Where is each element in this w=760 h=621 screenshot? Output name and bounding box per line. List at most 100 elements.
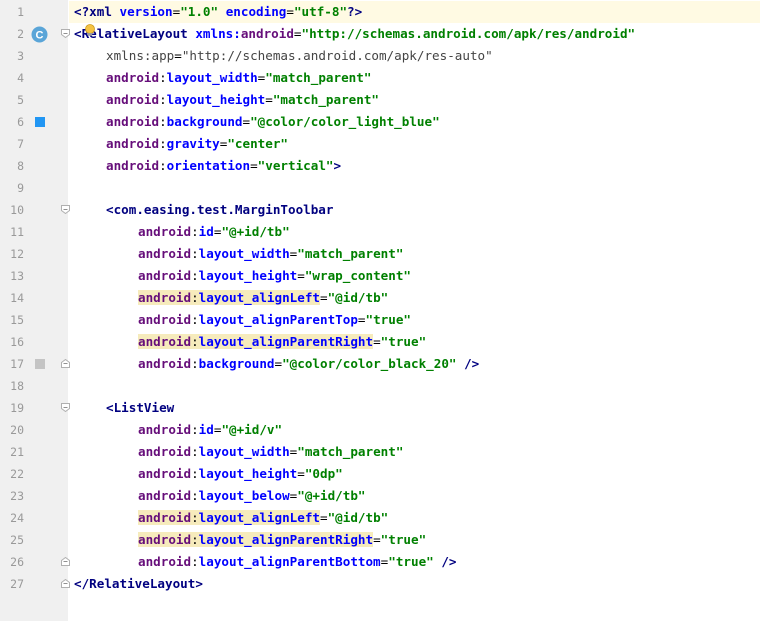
code-token: layout_alignParentRight xyxy=(198,334,374,349)
code-token: id xyxy=(198,422,214,437)
code-token: layout_height xyxy=(198,466,298,481)
color-swatch-icon[interactable] xyxy=(35,359,45,369)
color-swatch-icon[interactable] xyxy=(35,117,45,127)
code-line[interactable]: android:background="@color/color_black_2… xyxy=(138,353,479,375)
code-token: "wrap_content" xyxy=(304,268,411,283)
code-token: layout_alignParentRight xyxy=(198,532,374,547)
code-token: = xyxy=(320,510,328,525)
code-line[interactable]: <RelativeLayout xmlns:android="http://sc… xyxy=(74,23,635,45)
code-token: = xyxy=(250,158,258,173)
line-number[interactable]: 9 xyxy=(0,177,24,199)
code-line[interactable]: xmlns:app="http://schemas.android.com/ap… xyxy=(106,45,493,67)
line-number[interactable]: 21 xyxy=(0,441,24,463)
line-number[interactable]: 16 xyxy=(0,331,24,353)
line-number[interactable]: 23 xyxy=(0,485,24,507)
code-token: = xyxy=(297,466,305,481)
code-token: layout_alignParentTop xyxy=(198,312,358,327)
code-token: encoding xyxy=(225,4,287,19)
code-token: android xyxy=(138,290,192,305)
code-line[interactable]: android:id="@+id/tb" xyxy=(138,221,290,243)
code-line[interactable]: android:layout_alignLeft="@id/tb" xyxy=(138,287,388,309)
code-token: "true" xyxy=(380,334,427,349)
line-number[interactable]: 6 xyxy=(0,111,24,133)
code-line[interactable]: android:layout_alignParentRight="true" xyxy=(138,331,426,353)
fold-close-icon[interactable] xyxy=(61,579,70,588)
code-token: : xyxy=(191,246,199,261)
fold-open-icon[interactable] xyxy=(61,29,70,38)
line-number[interactable]: 11 xyxy=(0,221,24,243)
code-token: app xyxy=(151,48,175,63)
code-token: = xyxy=(357,312,366,327)
fold-open-icon[interactable] xyxy=(61,403,70,412)
code-token: : xyxy=(159,158,167,173)
code-token: android xyxy=(106,158,160,173)
code-token: layout_below xyxy=(198,488,290,503)
code-token: = xyxy=(286,4,294,19)
code-line[interactable]: android:gravity="center" xyxy=(106,133,288,155)
code-line[interactable]: android:layout_below="@+id/tb" xyxy=(138,485,366,507)
line-number[interactable]: 22 xyxy=(0,463,24,485)
fold-close-icon[interactable] xyxy=(61,359,70,368)
line-number[interactable]: 20 xyxy=(0,419,24,441)
code-line[interactable]: <com.easing.test.MarginToolbar xyxy=(106,199,333,221)
line-number[interactable]: 19 xyxy=(0,397,24,419)
line-number[interactable]: 8 xyxy=(0,155,24,177)
line-number[interactable]: 14 xyxy=(0,287,24,309)
code-token: android xyxy=(138,444,192,459)
code-token: gravity xyxy=(166,136,220,151)
line-number[interactable]: 7 xyxy=(0,133,24,155)
code-line[interactable]: android:layout_width="match_parent" xyxy=(106,67,371,89)
line-number[interactable]: 10 xyxy=(0,199,24,221)
line-number[interactable]: 2 xyxy=(0,23,24,45)
code-line[interactable]: android:layout_height="0dp" xyxy=(138,463,343,485)
code-line[interactable]: android:layout_width="match_parent" xyxy=(138,243,403,265)
line-number[interactable]: 18 xyxy=(0,375,24,397)
code-token: layout_height xyxy=(166,92,266,107)
class-icon[interactable]: C xyxy=(31,26,48,46)
code-token: android xyxy=(240,26,294,41)
code-token: </ xyxy=(74,576,90,591)
line-number[interactable]: 24 xyxy=(0,507,24,529)
fold-open-icon[interactable] xyxy=(61,205,70,214)
intention-bulb-icon[interactable] xyxy=(84,24,96,40)
code-line[interactable]: android:background="@color/color_light_b… xyxy=(106,111,440,133)
code-line[interactable]: android:layout_alignParentBottom="true" … xyxy=(138,551,457,573)
line-number[interactable]: 1 xyxy=(0,1,24,23)
line-number[interactable]: 25 xyxy=(0,529,24,551)
code-token: = xyxy=(320,290,328,305)
code-token: = xyxy=(265,92,273,107)
code-line[interactable]: android:layout_height="match_parent" xyxy=(106,89,379,111)
code-line[interactable]: android:layout_width="match_parent" xyxy=(138,441,403,463)
code-token: /> xyxy=(441,554,457,569)
line-number[interactable]: 15 xyxy=(0,309,24,331)
line-number[interactable]: 4 xyxy=(0,67,24,89)
line-number[interactable]: 3 xyxy=(0,45,24,67)
line-number[interactable]: 26 xyxy=(0,551,24,573)
code-token: : xyxy=(191,466,199,481)
code-line[interactable]: android:layout_height="wrap_content" xyxy=(138,265,411,287)
code-line[interactable]: android:layout_alignParentRight="true" xyxy=(138,529,426,551)
code-token: = xyxy=(373,334,381,349)
code-token: version xyxy=(119,4,173,19)
code-token: "utf-8" xyxy=(293,4,348,19)
code-line[interactable]: android:id="@+id/v" xyxy=(138,419,282,441)
code-editor[interactable]: 1 <?xml version="1.0" encoding="utf-8"?> 2… xyxy=(0,0,760,621)
code-token: xmlns: xyxy=(106,48,152,63)
code-token: android xyxy=(106,70,160,85)
code-token: : xyxy=(191,554,199,569)
code-token: "center" xyxy=(227,136,289,151)
code-line[interactable]: <?xml version="1.0" encoding="utf-8"?> xyxy=(74,1,362,23)
fold-close-icon[interactable] xyxy=(61,557,70,566)
line-number[interactable]: 13 xyxy=(0,265,24,287)
code-token: "@+id/tb" xyxy=(297,488,366,503)
code-line[interactable]: android:orientation="vertical"> xyxy=(106,155,341,177)
line-number[interactable]: 27 xyxy=(0,573,24,595)
code-line[interactable]: android:layout_alignLeft="@id/tb" xyxy=(138,507,388,529)
code-line[interactable]: </RelativeLayout> xyxy=(74,573,203,595)
line-number[interactable]: 12 xyxy=(0,243,24,265)
line-number[interactable]: 5 xyxy=(0,89,24,111)
line-number[interactable]: 17 xyxy=(0,353,24,375)
code-line[interactable]: android:layout_alignParentTop="true" xyxy=(138,309,411,331)
code-line[interactable]: <ListView xyxy=(106,397,174,419)
